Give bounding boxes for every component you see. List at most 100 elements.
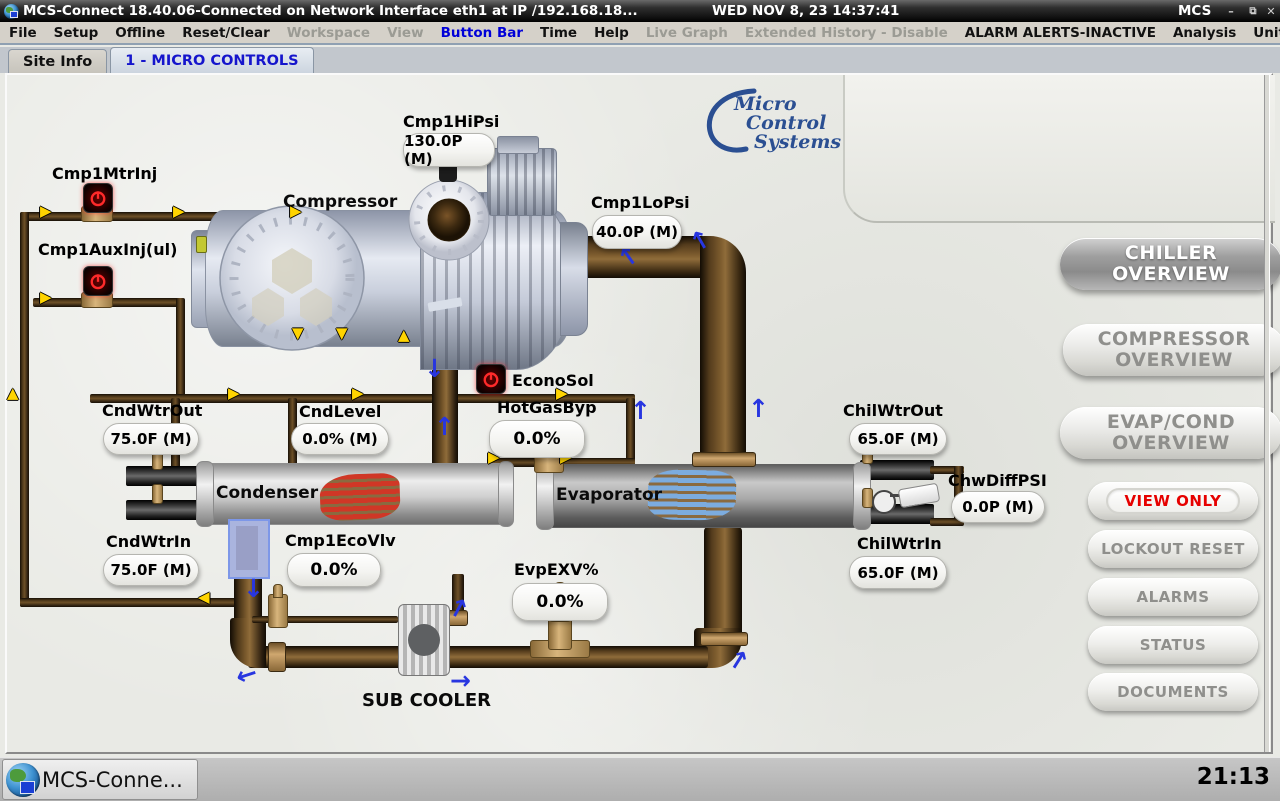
cndlevel-value[interactable]: 0.0% (M) <box>291 423 389 455</box>
cmp1hipsi-value[interactable]: 130.0P (M) <box>403 133 495 167</box>
menu-time[interactable]: Time <box>540 25 577 41</box>
chiller-overview-line1: CHILLER <box>1125 243 1217 264</box>
chiller-overview-button[interactable]: CHILLER OVERVIEW <box>1060 238 1280 290</box>
fitting <box>196 236 207 253</box>
menu-workspace: Workspace <box>287 25 370 41</box>
evaporator-label: Evaporator <box>556 485 662 505</box>
compressor-top-flange <box>407 178 491 262</box>
app-globe-icon <box>4 4 19 19</box>
evap-cond-overview-line2: OVERVIEW <box>1112 433 1230 454</box>
pipe-collar <box>268 642 286 672</box>
window-title: MCS-Connect 18.40.06-Connected on Networ… <box>23 3 638 19</box>
hotgasbyp-label: HotGasByp <box>497 398 597 417</box>
evpexv-label: EvpEXV% <box>514 560 599 579</box>
cmp1lopsi-value[interactable]: 40.0P (M) <box>592 215 682 249</box>
compressor-overview-line1: COMPRESSOR <box>1098 329 1251 350</box>
menu-file[interactable]: File <box>9 25 37 41</box>
flow-arrow-icon: ▼ <box>336 326 348 341</box>
minimize-icon[interactable]: – <box>1222 0 1240 22</box>
line-valve <box>268 594 288 628</box>
view-only-button[interactable]: VIEW ONLY <box>1088 482 1258 520</box>
flow-direction-icon: ↑ <box>630 398 651 423</box>
documents-button[interactable]: DOCUMENTS <box>1088 673 1258 711</box>
cmp1auxinj-label: Cmp1AuxInj(ul) <box>38 240 177 259</box>
menu-setup[interactable]: Setup <box>54 25 99 41</box>
compressor-terminal-box <box>487 148 557 216</box>
chilwtrin-value[interactable]: 65.0F (M) <box>849 556 947 589</box>
cndlevel-label: CndLevel <box>299 402 381 421</box>
cmp1lopsi-label: Cmp1LoPsi <box>591 193 690 212</box>
chilwtrin-label: ChilWtrIn <box>857 534 942 553</box>
flow-arrow-icon: ▲ <box>7 386 19 401</box>
flow-arrow-icon: ▶ <box>40 204 52 219</box>
evpexv-value[interactable]: 0.0% <box>512 583 608 621</box>
menu-analysis[interactable]: Analysis <box>1173 25 1236 41</box>
suction-pipe <box>700 270 746 470</box>
chiller-overview-line2: OVERVIEW <box>1112 264 1230 285</box>
flow-arrow-icon: ◀ <box>198 590 210 605</box>
menu-reset-clear[interactable]: Reset/Clear <box>182 25 270 41</box>
pipe-collar <box>692 452 756 467</box>
pipe <box>20 212 29 607</box>
cndwtrout-value[interactable]: 75.0F (M) <box>103 423 199 455</box>
restore-icon[interactable]: ⧉ <box>1244 0 1262 22</box>
cmp1ecovlv-label: Cmp1EcoVlv <box>285 531 396 550</box>
menu-button-bar[interactable]: Button Bar <box>441 25 523 41</box>
taskbar-app-label: MCS-Conne... <box>42 768 183 792</box>
chwdiffpsi-value[interactable]: 0.0P (M) <box>951 491 1045 523</box>
flow-direction-icon: ↓ <box>424 356 445 381</box>
tab-micro-controls[interactable]: 1 - MICRO CONTROLS <box>110 47 313 73</box>
econosol-indicator-icon[interactable] <box>476 364 506 394</box>
compressor-cap <box>560 222 588 336</box>
cmp1auxinj-indicator-icon[interactable] <box>83 266 113 296</box>
menu-extended-history: Extended History - Disable <box>745 25 948 41</box>
subcooler-label: SUB COOLER <box>362 690 491 711</box>
flow-arrow-icon: ▶ <box>40 290 52 305</box>
taskbar-clock: 21:13 <box>1197 764 1270 790</box>
hotgasbyp-value[interactable]: 0.0% <box>489 420 585 458</box>
flow-direction-icon: ↑ <box>748 396 769 421</box>
fitting <box>862 488 873 508</box>
view-only-label: VIEW ONLY <box>1106 488 1239 514</box>
menu-help[interactable]: Help <box>594 25 629 41</box>
status-button[interactable]: STATUS <box>1088 626 1258 664</box>
title-brand: MCS <box>1178 0 1211 22</box>
liquid-line-pipe <box>248 646 708 668</box>
sight-glass <box>228 519 270 579</box>
chilwtrout-value[interactable]: 65.0F (M) <box>849 423 947 455</box>
fitting <box>152 484 163 504</box>
menu-live-graph: Live Graph <box>646 25 728 41</box>
taskbar: MCS-Conne... 21:13 <box>0 757 1280 801</box>
menu-view: View <box>387 25 423 41</box>
compressor-overview-button[interactable]: COMPRESSOR OVERVIEW <box>1063 324 1280 376</box>
cmp1mtrinj-indicator-icon[interactable] <box>83 183 113 213</box>
cnd-water-pipe <box>126 466 202 486</box>
condenser-cap <box>498 461 514 527</box>
status-panel <box>843 75 1275 223</box>
menu-bar: File Setup Offline Reset/Clear Workspace… <box>0 22 1280 45</box>
flow-arrow-icon: ▶ <box>352 386 364 401</box>
compressor-overview-line2: OVERVIEW <box>1115 350 1233 371</box>
title-datetime: WED NOV 8, 23 14:37:41 <box>712 0 899 22</box>
taskbar-app-button[interactable]: MCS-Conne... <box>2 759 198 800</box>
menu-offline[interactable]: Offline <box>115 25 165 41</box>
tab-strip: Site Info 1 - MICRO CONTROLS <box>0 47 1280 73</box>
tab-site-info[interactable]: Site Info <box>8 49 107 73</box>
evap-cond-overview-button[interactable]: EVAP/COND OVERVIEW <box>1060 407 1280 459</box>
flow-direction-icon: ↓ <box>243 576 264 601</box>
lockout-reset-button[interactable]: LOCKOUT RESET <box>1088 530 1258 568</box>
panel-right-edge <box>1264 75 1270 752</box>
cndwtrin-value[interactable]: 75.0F (M) <box>103 554 199 586</box>
evap-bottom-pipe <box>704 527 742 639</box>
menu-units[interactable]: Units <box>1253 25 1280 41</box>
cmp1ecovlv-value[interactable]: 0.0% <box>287 553 381 587</box>
alarms-button[interactable]: ALARMS <box>1088 578 1258 616</box>
econosol-label: EconoSol <box>512 371 594 390</box>
flow-arrow-icon: ▶ <box>173 204 185 219</box>
evap-cond-overview-line1: EVAP/COND <box>1107 412 1235 433</box>
menu-alarm-alerts[interactable]: ALARM ALERTS-INACTIVE <box>965 25 1156 41</box>
condenser-cap <box>196 461 214 527</box>
close-icon[interactable]: ✕ <box>1262 0 1280 22</box>
cmp1mtrinj-label: Cmp1MtrInj <box>52 164 157 183</box>
chwdiffpsi-label: ChwDiffPSI <box>948 471 1047 490</box>
